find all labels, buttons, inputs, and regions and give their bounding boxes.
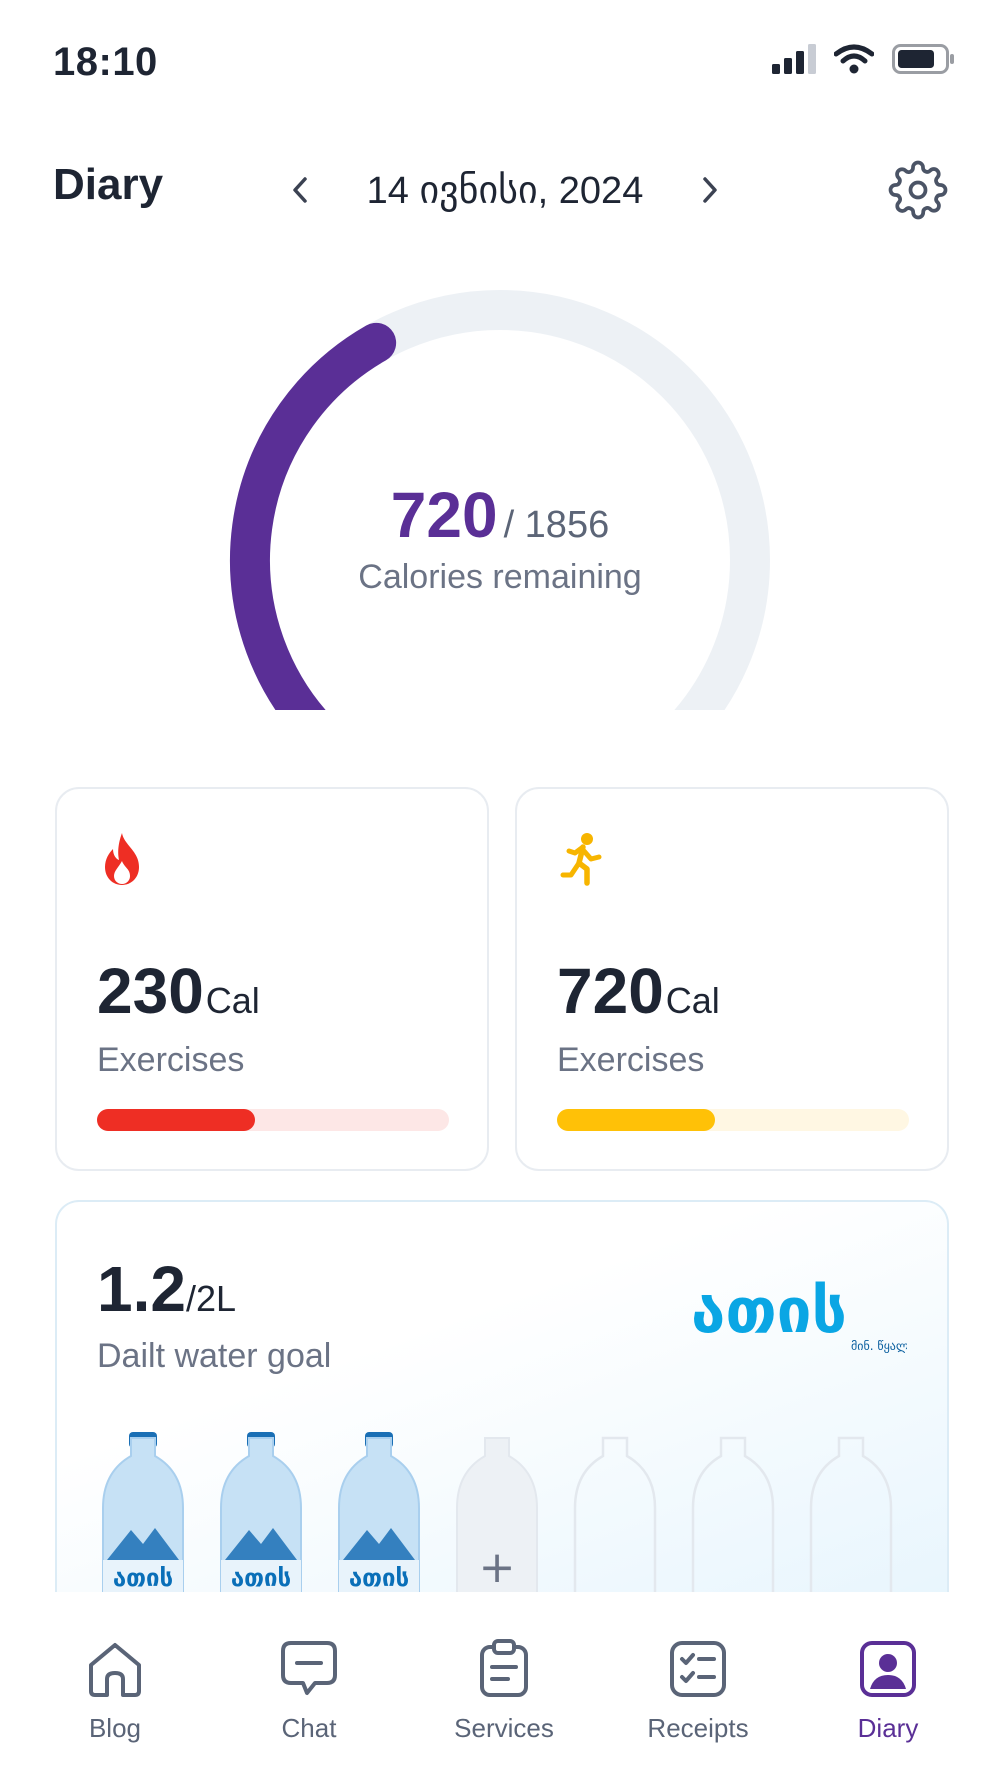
home-icon — [89, 1643, 141, 1697]
gear-icon — [888, 160, 948, 220]
nav-item-blog[interactable]: Blog — [35, 1637, 195, 1767]
calories-label: Calories remaining — [358, 558, 642, 596]
water-goal-card[interactable]: 1.2/2L Dailt water goal ათის მინ. წყალი … — [55, 1200, 949, 1620]
previous-day-button[interactable] — [280, 170, 320, 210]
fire-icon — [105, 833, 139, 885]
card-label: Exercises — [97, 1041, 245, 1079]
card-value: 720Cal — [557, 954, 720, 1028]
nav-label: Chat — [281, 1713, 337, 1743]
progress-bar-track — [97, 1109, 449, 1131]
brand-logo: ათის მინ. წყალი — [691, 1274, 907, 1353]
header: Diary 14 ივნისი, 2024 — [0, 150, 1000, 230]
status-bar: 18:10 — [0, 0, 1000, 120]
date-navigator: 14 ივნისი, 2024 — [280, 150, 730, 230]
calorie-gauge: 720/ 1856 Calories remaining — [200, 280, 800, 710]
bottle-label: ათის — [349, 1564, 409, 1592]
card-value-unit: Cal — [665, 980, 720, 1021]
exercise-card-burned[interactable]: 230Cal Exercises — [55, 787, 489, 1171]
card-value-number: 720 — [557, 955, 664, 1027]
nav-item-receipts[interactable]: Receipts — [618, 1637, 778, 1767]
card-value-number: 230 — [97, 955, 204, 1027]
status-time: 18:10 — [53, 40, 158, 84]
settings-button[interactable] — [886, 158, 950, 222]
wifi-icon — [834, 44, 874, 74]
chat-icon — [281, 1641, 337, 1695]
water-value: 1.2/2L — [97, 1252, 236, 1326]
bottle-label: ათის — [231, 1564, 291, 1592]
chevron-left-icon — [293, 177, 307, 203]
water-value-unit: /2L — [185, 1278, 237, 1319]
checklist-icon — [670, 1641, 726, 1697]
add-symbol: + — [479, 1542, 516, 1593]
water-value-number: 1.2 — [97, 1253, 186, 1325]
page-title: Diary — [53, 160, 164, 209]
nav-label: Diary — [857, 1713, 919, 1743]
svg-text:ათის: ათის — [691, 1274, 847, 1347]
running-person-icon — [560, 833, 602, 886]
nav-label: Services — [454, 1713, 554, 1743]
next-day-button[interactable] — [690, 170, 730, 210]
nav-item-services[interactable]: Services — [424, 1637, 584, 1767]
nav-label: Blog — [88, 1713, 142, 1743]
nav-item-chat[interactable]: Chat — [229, 1637, 389, 1767]
card-value-unit: Cal — [205, 980, 260, 1021]
chevron-right-icon — [703, 177, 717, 203]
clipboard-icon — [480, 1639, 528, 1697]
calories-total-value: / 1856 — [503, 504, 610, 546]
progress-bar-fill — [557, 1109, 716, 1131]
svg-text:მინ. წყალი: მინ. წყალი — [851, 1339, 907, 1353]
nav-item-diary[interactable]: Diary — [808, 1637, 968, 1767]
bottle-label: ათის — [113, 1564, 173, 1592]
profile-icon — [860, 1641, 916, 1697]
card-label: Exercises — [557, 1041, 705, 1079]
progress-bar-track — [557, 1109, 909, 1131]
nav-label: Receipts — [647, 1713, 749, 1743]
exercise-card-activity[interactable]: 720Cal Exercises — [515, 787, 949, 1171]
calories-remaining-value: 720 — [390, 479, 498, 551]
calories-value: 720/ 1856 — [200, 478, 800, 552]
cellular-signal-icon — [772, 44, 816, 74]
card-value: 230Cal — [97, 954, 260, 1028]
status-icons — [772, 44, 956, 74]
bottom-nav: Blog Chat Services Receipts Diary — [0, 1592, 1000, 1778]
water-goal-label: Dailt water goal — [97, 1337, 332, 1375]
progress-bar-fill — [97, 1109, 256, 1131]
current-date: 14 ივნისი, 2024 — [366, 169, 644, 212]
battery-icon — [892, 44, 954, 74]
